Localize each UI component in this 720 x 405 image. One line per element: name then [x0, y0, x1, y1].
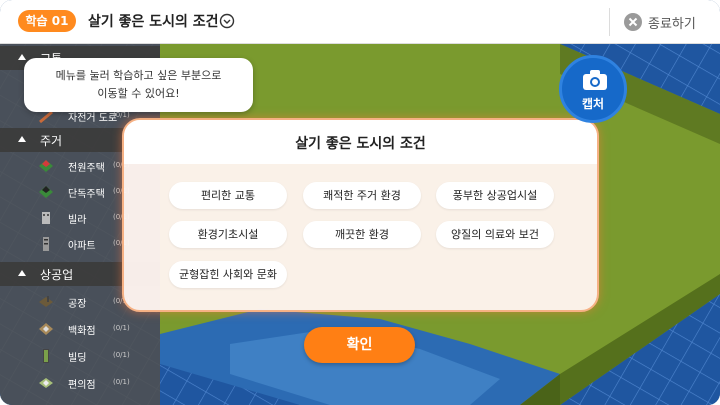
modal-header: 살기 좋은 도시의 조건	[124, 120, 597, 164]
sidebar-item-department-store[interactable]: 백화점 (0/1)	[0, 317, 160, 341]
option-environmental-facilities[interactable]: 환경기초시설	[169, 221, 287, 248]
page-title[interactable]: 살기 좋은 도시의 조건	[88, 11, 219, 31]
menu-tooltip: 메뉴를 눌러 학습하고 싶은 부분으로 이동할 수 있어요!	[24, 58, 253, 112]
exit-button[interactable]: 종료하기	[648, 13, 696, 32]
chevron-down-icon[interactable]	[219, 13, 235, 29]
convenience-store-icon	[39, 378, 53, 388]
option-balanced-society-culture[interactable]: 균형잡힌 사회와 문화	[169, 261, 287, 288]
game-frame: 교통 자전거 도로 (0/1) 주거 전원주택 (0/1) 단독주택 (0/1)…	[0, 0, 720, 405]
collapse-triangle-icon	[18, 270, 26, 276]
collapse-triangle-icon	[18, 136, 26, 142]
collapse-triangle-icon	[18, 54, 26, 60]
close-icon[interactable]	[624, 13, 642, 31]
option-quality-healthcare[interactable]: 양질의 의료와 보건	[436, 221, 554, 248]
option-abundant-commerce[interactable]: 풍부한 상공업시설	[436, 182, 554, 209]
lesson-badge: 학습 01	[18, 10, 76, 32]
camera-icon	[583, 70, 607, 90]
apartment-icon	[43, 237, 49, 251]
conditions-modal: 살기 좋은 도시의 조건 편리한 교통 쾌적한 주거 환경 풍부한 상공업시설 …	[122, 118, 599, 312]
sidebar-item-convenience-store[interactable]: 편의점 (0/1)	[0, 371, 160, 395]
divider	[609, 8, 610, 36]
country-house-icon	[39, 160, 53, 172]
option-clean-environment[interactable]: 깨끗한 환경	[303, 221, 421, 248]
sidebar-item-building[interactable]: 빌딩 (0/1)	[0, 344, 160, 368]
villa-icon	[42, 212, 50, 224]
confirm-button[interactable]: 확인	[304, 327, 415, 363]
modal-title: 살기 좋은 도시의 조건	[295, 136, 426, 152]
building-icon	[43, 349, 49, 363]
department-store-icon	[39, 323, 53, 335]
factory-icon	[39, 296, 53, 307]
option-convenient-transport[interactable]: 편리한 교통	[169, 182, 287, 209]
detached-house-icon	[39, 186, 53, 198]
capture-button[interactable]: 캡처	[559, 55, 627, 123]
top-bar: 학습 01 살기 좋은 도시의 조건 종료하기	[0, 0, 720, 44]
option-pleasant-housing[interactable]: 쾌적한 주거 환경	[303, 182, 421, 209]
